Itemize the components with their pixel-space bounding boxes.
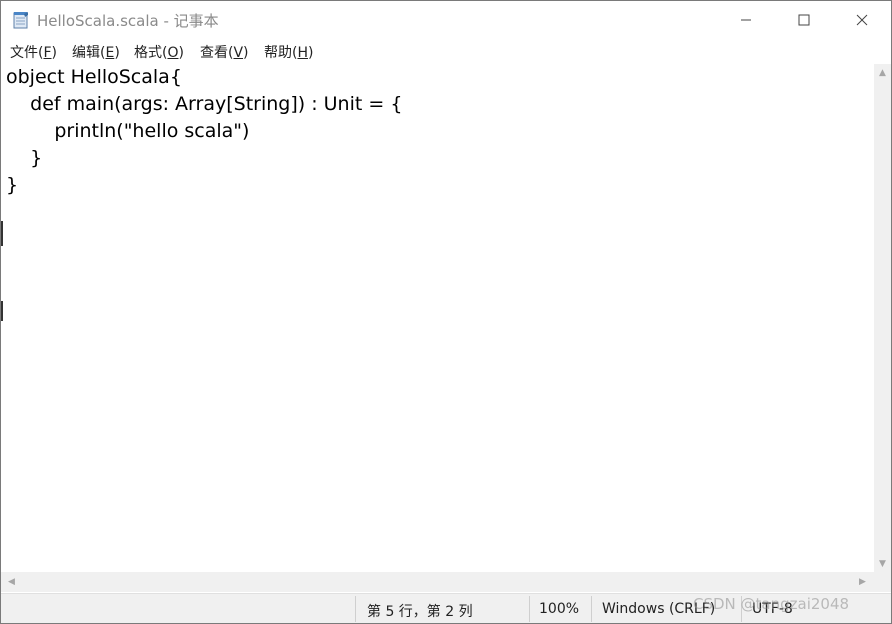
watermark: CSDN @tangzai2048 (693, 595, 850, 613)
notepad-icon (13, 12, 28, 29)
left-edge-accent (1, 301, 3, 321)
menu-help-prefix: 帮助( (264, 45, 298, 61)
minimize-button[interactable] (717, 1, 775, 38)
menu-view-prefix: 查看( (200, 45, 234, 61)
minimize-icon (741, 19, 751, 20)
window-title: HelloScala.scala - 记事本 (37, 12, 219, 30)
menu-view-key: V (233, 45, 244, 61)
status-divider (529, 596, 530, 622)
maximize-icon (798, 14, 810, 25)
menu-edit-prefix: 编辑( (72, 45, 106, 61)
scroll-up-arrow-icon[interactable]: ▲ (874, 64, 891, 81)
menu-format-suffix: ) (178, 45, 184, 61)
status-divider (355, 596, 356, 622)
maximize-button[interactable] (775, 1, 833, 38)
menu-help[interactable]: 帮助(H) (264, 42, 313, 62)
code-line: println("hello scala") (6, 120, 250, 142)
title-bar[interactable]: HelloScala.scala - 记事本 (1, 1, 891, 38)
close-button[interactable] (833, 1, 891, 38)
menu-format-prefix: 格式( (134, 45, 168, 61)
menu-file-suffix: ) (51, 45, 57, 61)
code-line: } (6, 147, 43, 169)
menu-format-key: O (167, 45, 179, 61)
menu-help-key: H (297, 45, 308, 61)
code-line: } (6, 174, 19, 196)
scroll-left-arrow-icon[interactable]: ◀ (3, 572, 20, 592)
menu-bar: 文件(F) 编辑(E) 格式(O) 查看(V) 帮助(H) (1, 39, 891, 63)
menu-edit-key: E (105, 45, 115, 61)
scrollbar-corner (874, 572, 891, 592)
menu-edit[interactable]: 编辑(E) (72, 42, 120, 62)
code-line: def main(args: Array[String]) : Unit = { (6, 93, 403, 115)
code-line: object HelloScala{ (6, 66, 182, 88)
menu-file-key: F (43, 45, 52, 61)
close-icon (856, 14, 868, 25)
menu-view-suffix: ) (243, 45, 249, 61)
menu-file[interactable]: 文件(F) (10, 42, 57, 62)
vertical-scrollbar[interactable]: ▲ ▼ (874, 64, 891, 572)
text-editor-area[interactable]: object HelloScala{ def main(args: Array[… (1, 64, 874, 572)
menu-edit-suffix: ) (114, 45, 120, 61)
menu-view[interactable]: 查看(V) (200, 42, 249, 62)
menu-file-prefix: 文件( (10, 45, 44, 61)
horizontal-scrollbar[interactable]: ◀ ▶ (1, 572, 874, 592)
zoom-level: 100% (539, 601, 580, 617)
scroll-right-arrow-icon[interactable]: ▶ (854, 572, 871, 592)
notepad-window: HelloScala.scala - 记事本 文件(F) 编辑(E) 格式(O)… (0, 0, 892, 624)
scroll-down-arrow-icon[interactable]: ▼ (874, 555, 891, 572)
menu-format[interactable]: 格式(O) (134, 42, 184, 62)
status-divider (591, 596, 592, 622)
menu-help-suffix: ) (308, 45, 314, 61)
left-edge-accent (1, 221, 3, 246)
cursor-position: 第 5 行，第 2 列 (367, 604, 473, 620)
